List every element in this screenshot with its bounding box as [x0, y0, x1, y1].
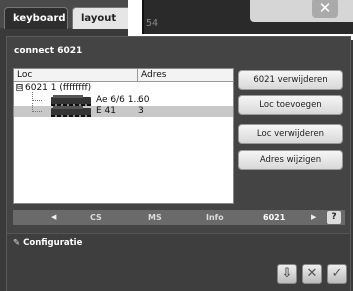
install-icon[interactable]: ⇩: [277, 264, 297, 284]
tab-keyboard[interactable]: keyboard: [4, 7, 68, 29]
change-address-button[interactable]: Adres wijzigen: [238, 150, 343, 170]
close-icon[interactable]: ✕: [312, 0, 338, 18]
overlay-panel: ✕: [250, 0, 353, 22]
overlay-content: 54 ✕: [142, 0, 353, 34]
tab-layout[interactable]: layout: [72, 7, 136, 29]
help-icon[interactable]: ?: [327, 211, 341, 224]
add-loc-button[interactable]: Loc toevoegen: [238, 95, 343, 115]
wrench-icon: ✎: [13, 238, 21, 248]
connect-dialog: connect 6021 Loc Adres ⊟ 6021 1 (ffffffff…: [6, 36, 351, 291]
tree-branch-line: [32, 92, 42, 101]
nav-right-arrow-icon[interactable]: ▶: [311, 210, 316, 225]
config-bar: ✎ Configuratie ⇩ ✕ ✓: [7, 233, 350, 291]
column-header-adres[interactable]: Adres: [138, 69, 233, 82]
loc-list[interactable]: Loc Adres ⊟ 6021 1 (ffffffff) Ae 6/6 1...…: [13, 68, 234, 204]
tree-branch-line: [32, 103, 42, 112]
nav-item-6021[interactable]: 6021: [263, 210, 285, 225]
column-header-loc[interactable]: Loc: [14, 69, 138, 82]
nav-item-cs[interactable]: CS: [90, 210, 102, 225]
loc-name: E 41: [96, 106, 116, 116]
config-label[interactable]: ✎ Configuratie: [13, 238, 82, 248]
confirm-icon[interactable]: ✓: [327, 264, 347, 284]
nav-left-arrow-icon[interactable]: ◀: [51, 210, 56, 225]
remove-loc-button[interactable]: Loc verwijderen: [238, 124, 343, 144]
config-label-text: Configuratie: [23, 238, 83, 248]
cancel-icon[interactable]: ✕: [302, 264, 322, 284]
loc-name: Ae 6/6 1...: [96, 95, 143, 105]
overlay-glyph: 54: [146, 18, 159, 29]
locomotive-icon: [51, 106, 91, 117]
tree-root-item[interactable]: ⊟ 6021 1 (ffffffff): [16, 83, 91, 94]
dialog-title: connect 6021: [14, 46, 83, 56]
collapse-toggle-icon[interactable]: ⊟: [16, 84, 23, 91]
list-item[interactable]: Ae 6/6 1... 60: [14, 92, 233, 106]
list-item[interactable]: E 41 3: [14, 103, 233, 117]
nav-item-info[interactable]: Info: [206, 210, 224, 225]
loc-address: 60: [138, 95, 150, 105]
device-nav-strip: ◀ CS MS Info 6021 ▶ ?: [13, 210, 345, 225]
overlay-window: 54 ✕: [128, 0, 353, 40]
nav-item-ms[interactable]: MS: [148, 210, 162, 225]
loc-address: 3: [138, 106, 144, 116]
locomotive-icon: [51, 95, 91, 106]
remove-6021-button[interactable]: 6021 verwijderen: [238, 70, 343, 90]
